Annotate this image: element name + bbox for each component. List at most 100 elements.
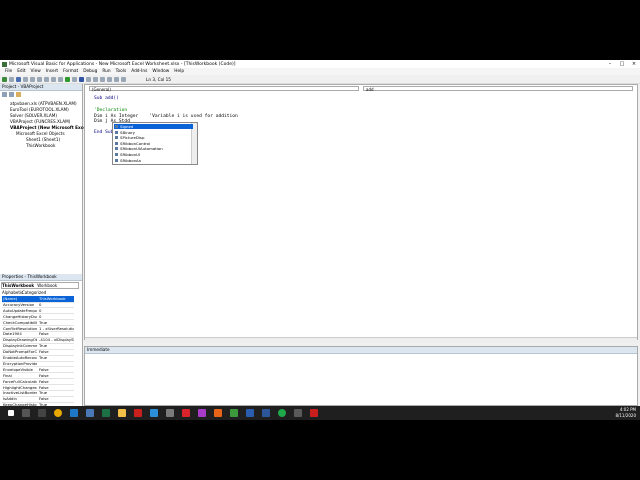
property-value[interactable]: -4104 - xlDisplayShapes <box>39 337 74 342</box>
properties-icon[interactable] <box>100 76 105 82</box>
excel-icon[interactable] <box>102 409 110 417</box>
tree-item-vbaproject[interactable]: VBAProject (New Microsoft Excel W <box>10 125 94 130</box>
tab-categorized[interactable]: Categorized <box>22 290 46 295</box>
autocomplete-item[interactable]: SRibbonControl <box>114 141 193 146</box>
help-icon[interactable] <box>121 76 126 82</box>
property-value[interactable]: False <box>39 349 74 354</box>
tab-alphabetic[interactable]: Alphabetic <box>2 290 23 295</box>
menu-insert[interactable]: Insert <box>46 69 58 74</box>
procedure-combo[interactable]: add <box>363 86 633 92</box>
app-icon-13[interactable] <box>214 409 222 417</box>
explorer-icon[interactable] <box>86 409 94 417</box>
code-line-7[interactable]: End Sub <box>94 130 113 135</box>
pause-icon[interactable] <box>72 76 77 82</box>
menu-debug[interactable]: Debug <box>83 69 97 74</box>
task-view-icon[interactable] <box>38 409 46 417</box>
code-line-1[interactable]: Sub add() <box>94 96 119 101</box>
property-value[interactable]: 1 - xlUserResolution <box>39 326 74 331</box>
menu-view[interactable]: View <box>31 69 41 74</box>
property-value[interactable]: True <box>39 343 74 348</box>
paste-icon[interactable] <box>37 76 42 82</box>
tree-item-solver[interactable]: Solver (SOLVER.XLAM) <box>10 113 57 118</box>
cut-icon[interactable] <box>23 76 28 82</box>
tree-item-thisworkbook[interactable]: ThisWorkbook <box>26 143 55 148</box>
code-line-3[interactable]: 'Declaration <box>94 108 127 113</box>
toggle-folders-icon[interactable] <box>16 92 21 97</box>
property-value[interactable]: True <box>39 320 74 325</box>
view-excel-icon[interactable] <box>2 76 7 82</box>
app-icon-14[interactable] <box>230 409 238 417</box>
start-icon[interactable] <box>8 410 14 416</box>
maximize-button[interactable]: □ <box>616 60 628 68</box>
design-mode-icon[interactable] <box>86 76 91 82</box>
menu-format[interactable]: Format <box>63 69 78 74</box>
property-value[interactable]: 0 <box>39 302 74 307</box>
autocomplete-item[interactable]: SRibbonUIAutomation <box>114 146 193 151</box>
menu-file[interactable]: File <box>5 69 12 74</box>
app-icon-15[interactable] <box>246 409 254 417</box>
app-icon-11[interactable] <box>182 409 190 417</box>
menu-help[interactable]: Help <box>174 69 184 74</box>
tree-item-atpvbaen[interactable]: atpvbaen.xls (ATPVBAEN.XLAM) <box>10 101 77 106</box>
save-icon[interactable] <box>16 76 21 82</box>
app-icon-19[interactable] <box>310 409 318 417</box>
immediate-window[interactable]: Immediate <box>84 346 638 406</box>
tree-item-funcres[interactable]: VBAProject (FUNCRES.XLAM) <box>10 119 70 124</box>
autocomplete-item[interactable]: SRibbonAx <box>114 158 193 163</box>
find-icon[interactable] <box>44 76 49 82</box>
menu-tools[interactable]: Tools <box>116 69 127 74</box>
chrome-icon[interactable] <box>54 409 62 417</box>
property-value[interactable]: 0 <box>39 308 74 313</box>
insert-module-icon[interactable] <box>9 76 14 82</box>
property-value[interactable]: ThisWorkbook <box>39 296 74 301</box>
object-dropdown[interactable]: ThisWorkbook Workbook <box>1 282 79 289</box>
minimize-button[interactable]: – <box>604 60 616 68</box>
tree-item-sheet1[interactable]: Sheet1 (Sheet1) <box>26 137 60 142</box>
project-explorer-icon[interactable] <box>93 76 98 82</box>
view-code-icon[interactable] <box>2 92 7 97</box>
menu-edit[interactable]: Edit <box>17 69 25 74</box>
property-value[interactable]: True <box>39 390 74 395</box>
reset-icon[interactable] <box>79 76 84 82</box>
autocomplete-item[interactable]: SBinary <box>114 130 193 135</box>
redo-icon[interactable] <box>58 76 63 82</box>
tree-item-eurotool[interactable]: EuroTool (EUROTOOL.XLAM) <box>10 107 69 112</box>
property-value[interactable]: False <box>39 396 74 401</box>
app-icon-12[interactable] <box>198 409 206 417</box>
app-icon-10[interactable] <box>166 409 174 417</box>
code-horizontal-scrollbar[interactable] <box>85 337 637 343</box>
tree-item-excel-objects[interactable]: Microsoft Excel Objects <box>16 131 65 136</box>
autocomplete-item[interactable]: Signed <box>114 124 193 129</box>
code-line-4[interactable]: Dim i As Integer 'Variable i is used for… <box>94 114 238 119</box>
property-value[interactable]: False <box>39 331 74 336</box>
autocomplete-item[interactable]: SPictureDisp <box>114 135 193 140</box>
property-value[interactable]: False <box>39 379 74 384</box>
view-object-icon[interactable] <box>9 92 14 97</box>
close-button[interactable]: × <box>628 60 640 68</box>
word-icon[interactable] <box>262 409 270 417</box>
app-icon-9[interactable] <box>150 409 158 417</box>
menu-addins[interactable]: Add-Ins <box>131 69 147 74</box>
object-combo[interactable]: (General) <box>89 86 359 92</box>
property-value[interactable]: False <box>39 385 74 390</box>
object-browser-icon[interactable] <box>107 76 112 82</box>
toolbox-icon[interactable] <box>114 76 119 82</box>
copy-icon[interactable] <box>30 76 35 82</box>
property-value[interactable]: False <box>39 373 74 378</box>
autocomplete-item[interactable]: SRibbonUI <box>114 152 193 157</box>
property-value[interactable]: 0 <box>39 314 74 319</box>
autocomplete-list[interactable]: Signed SBinary SPictureDisp SRibbonControl S… <box>112 122 198 165</box>
undo-icon[interactable] <box>51 76 56 82</box>
app-icon-17[interactable] <box>278 409 286 417</box>
acrobat-icon[interactable] <box>134 409 142 417</box>
folder-icon[interactable] <box>118 409 126 417</box>
search-icon[interactable] <box>22 409 30 417</box>
system-clock[interactable]: 4:02 PM 8/11/2020 <box>615 407 636 418</box>
app-icon-18[interactable] <box>294 409 302 417</box>
run-icon[interactable] <box>65 76 70 82</box>
menu-run[interactable]: Run <box>102 69 110 74</box>
menu-window[interactable]: Window <box>152 69 169 74</box>
property-value[interactable]: False <box>39 367 74 372</box>
property-value[interactable]: True <box>39 355 74 360</box>
edge-icon[interactable] <box>70 409 78 417</box>
